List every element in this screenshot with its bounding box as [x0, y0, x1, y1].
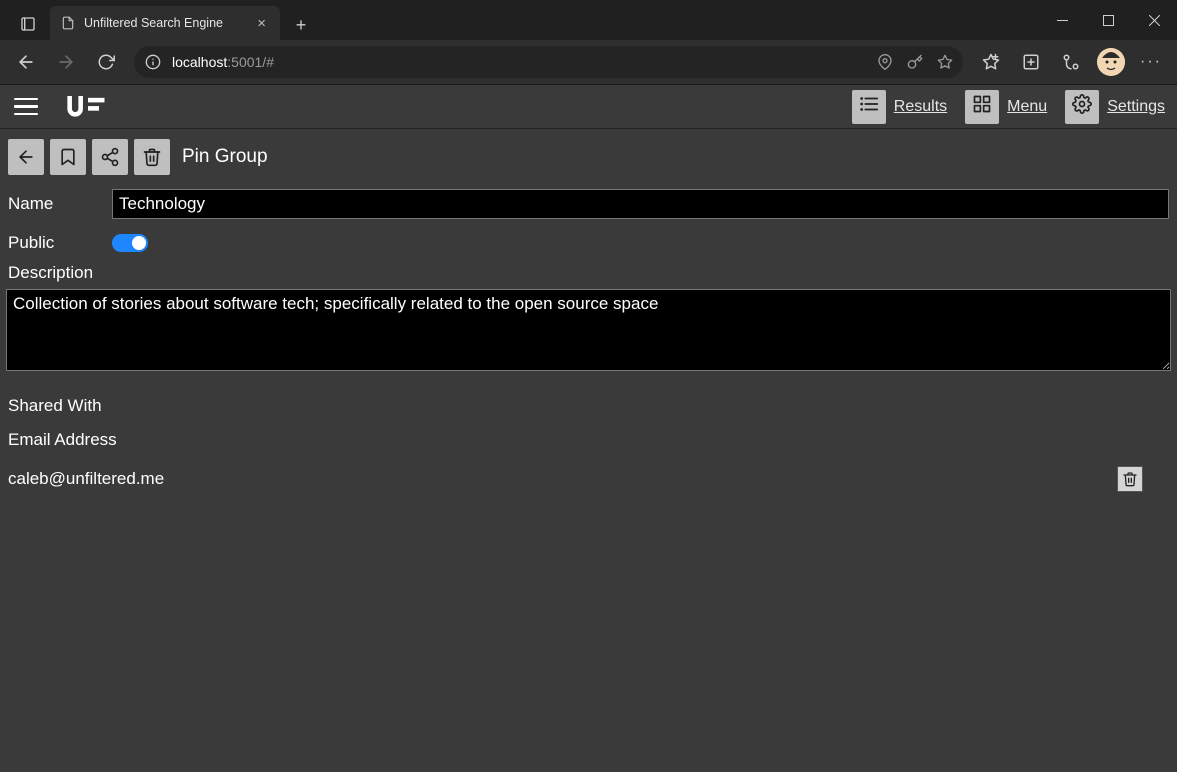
nav-back-button[interactable] [8, 44, 44, 80]
name-label: Name [8, 194, 102, 214]
url-text: localhost:5001/# [172, 54, 867, 70]
results-label: Results [894, 98, 947, 116]
description-label: Description [6, 263, 1171, 289]
share-button[interactable] [92, 139, 128, 175]
email-column-label: Email Address [6, 430, 1171, 466]
menu-nav-button[interactable]: Menu [965, 90, 1047, 124]
new-tab-button[interactable]: + [286, 10, 316, 40]
menu-label: Menu [1007, 98, 1047, 116]
gear-icon [1072, 94, 1092, 119]
tab-title: Unfiltered Search Engine [84, 16, 223, 30]
window-maximize-button[interactable] [1085, 0, 1131, 40]
back-button[interactable] [8, 139, 44, 175]
app-header: Results Menu Settings [0, 85, 1177, 129]
remove-shared-button[interactable] [1117, 466, 1143, 492]
page-title: Pin Group [182, 146, 268, 168]
favorite-icon[interactable] [937, 54, 953, 70]
shared-with-label: Shared With [6, 390, 1171, 430]
tab-actions-button[interactable] [12, 8, 44, 40]
list-icon [858, 93, 880, 120]
page-toolbar: Pin Group [6, 133, 1171, 185]
location-icon[interactable] [877, 54, 893, 70]
settings-nav-button[interactable]: Settings [1065, 90, 1165, 124]
hamburger-menu-button[interactable] [6, 87, 46, 127]
favorites-bar-icon[interactable] [973, 44, 1009, 80]
extensions-icon[interactable] [1053, 44, 1089, 80]
app-logo[interactable] [66, 96, 110, 118]
results-nav-button[interactable]: Results [852, 90, 947, 124]
collections-icon[interactable] [1013, 44, 1049, 80]
window-close-button[interactable] [1131, 0, 1177, 40]
browser-titlebar: Unfiltered Search Engine × + [0, 0, 1177, 40]
settings-label: Settings [1107, 98, 1165, 116]
key-icon[interactable] [907, 54, 923, 70]
address-bar[interactable]: localhost:5001/# [134, 46, 963, 78]
shared-email: caleb@unfiltered.me [8, 469, 1117, 489]
browser-tab[interactable]: Unfiltered Search Engine × [50, 6, 280, 40]
site-info-icon[interactable] [144, 53, 162, 71]
shared-row: caleb@unfiltered.me [6, 466, 1171, 492]
public-toggle[interactable] [112, 234, 148, 252]
delete-button[interactable] [134, 139, 170, 175]
grid-icon [972, 94, 992, 119]
description-input[interactable] [6, 289, 1171, 371]
close-tab-icon[interactable]: × [253, 15, 270, 32]
bookmark-button[interactable] [50, 139, 86, 175]
profile-avatar[interactable] [1093, 44, 1129, 80]
window-minimize-button[interactable] [1039, 0, 1085, 40]
more-menu-button[interactable]: ··· [1133, 44, 1169, 80]
name-input[interactable] [112, 189, 1169, 219]
nav-forward-button[interactable] [48, 44, 84, 80]
nav-refresh-button[interactable] [88, 44, 124, 80]
page-icon [60, 15, 76, 31]
public-label: Public [8, 233, 102, 253]
browser-toolbar: localhost:5001/# ··· [0, 40, 1177, 84]
